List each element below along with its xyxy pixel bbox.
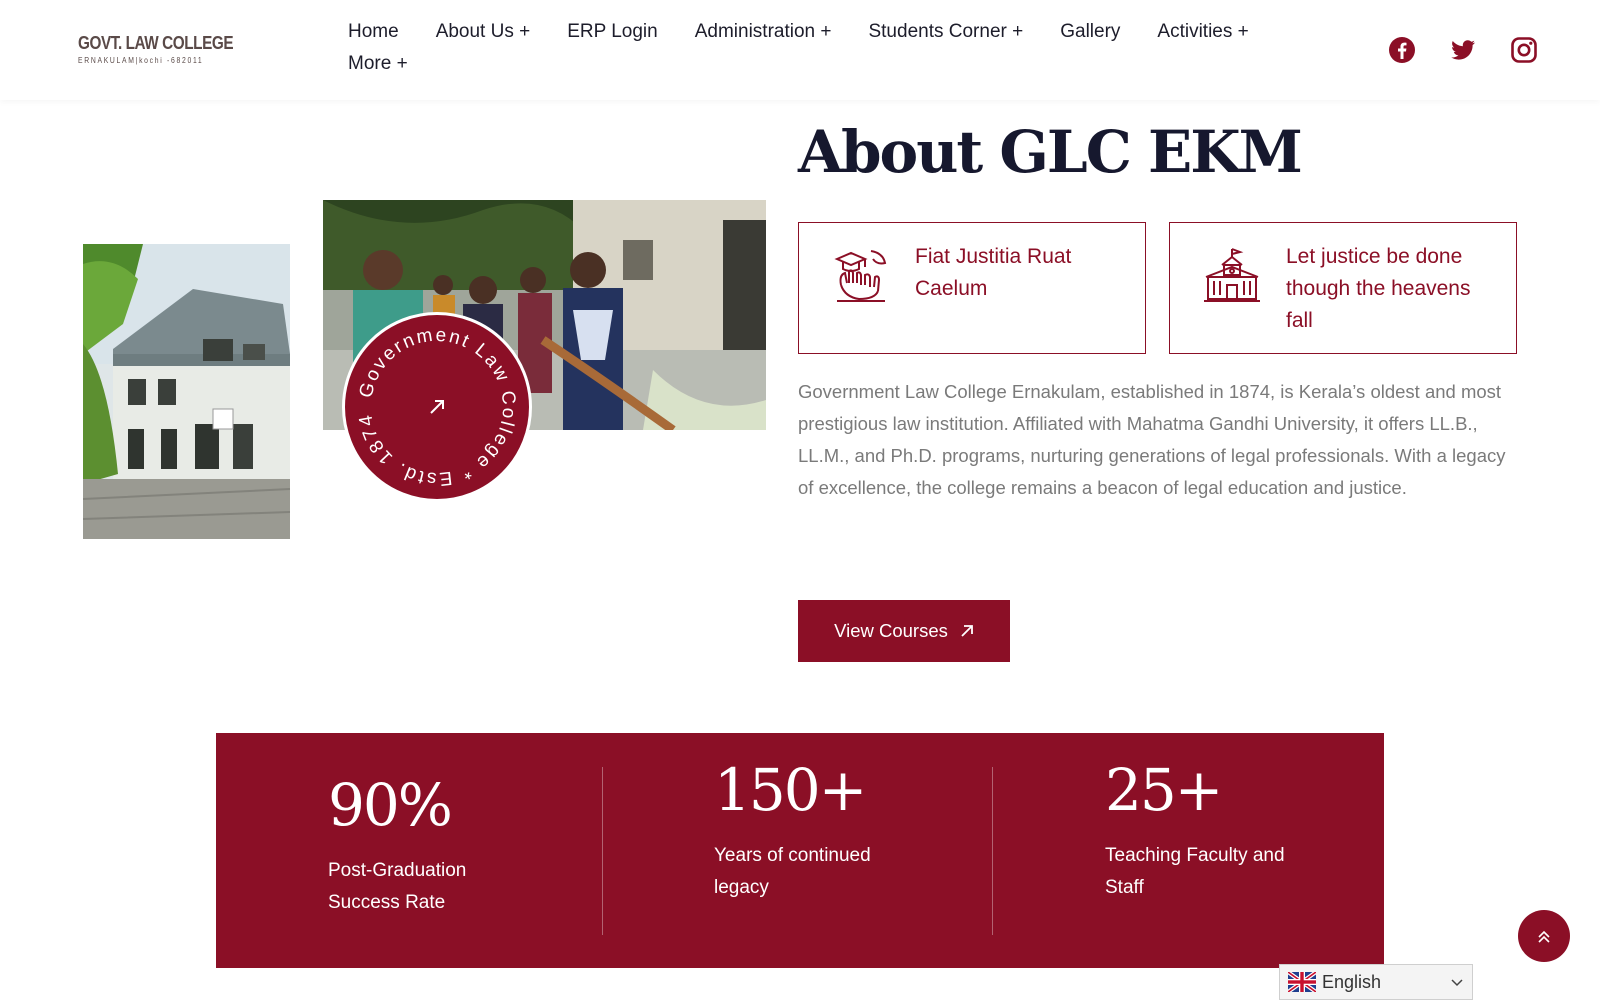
motto-latin-text: Fiat Justitia Ruat Caelum: [915, 245, 1072, 300]
facebook-icon[interactable]: [1388, 36, 1416, 64]
instagram-icon[interactable]: [1510, 36, 1538, 64]
nav-administration[interactable]: Administration +: [695, 20, 832, 44]
nav-students-corner[interactable]: Students Corner +: [868, 20, 1023, 44]
arrow-up-right-icon: [961, 625, 973, 637]
motto-card-english: Let justice be done though the heavens f…: [1169, 222, 1517, 354]
view-courses-button[interactable]: View Courses: [798, 600, 1010, 662]
stat-faculty: 25+ Teaching Faculty and Staff: [1105, 758, 1305, 904]
twitter-icon[interactable]: [1449, 36, 1477, 64]
uk-flag-icon: [1288, 972, 1316, 992]
stat-value: 90%: [328, 771, 453, 839]
stat-years-legacy: 150+ Years of continued legacy: [714, 758, 904, 904]
arrow-up-right-icon: [430, 400, 444, 414]
nav-home[interactable]: Home: [348, 20, 399, 44]
about-title: About GLC EKM: [798, 118, 1303, 186]
nav-activities[interactable]: Activities +: [1157, 20, 1248, 44]
scroll-to-top-button[interactable]: [1518, 910, 1570, 962]
college-building-photo: [83, 244, 290, 539]
college-logo[interactable]: GOVT. LAW COLLEGE ERNAKULAM|kochi -68201…: [72, 24, 252, 74]
badge-text: Government Law College * Estd. 1874 *: [345, 315, 519, 489]
nav-erp-login[interactable]: ERP Login: [567, 20, 658, 44]
stat-label: Teaching Faculty and Staff: [1105, 845, 1285, 898]
chevron-down-icon: [1451, 979, 1463, 987]
motto-card-latin: Fiat Justitia Ruat Caelum: [798, 222, 1146, 354]
nav-gallery[interactable]: Gallery: [1060, 20, 1120, 44]
double-chevron-up-icon: [1538, 930, 1550, 943]
college-building-icon: [1204, 248, 1260, 302]
stat-label: Years of continued legacy: [714, 845, 871, 898]
logo-subtitle: ERNAKULAM|kochi -682011: [78, 56, 204, 65]
stat-divider: [602, 767, 603, 935]
site-header: GOVT. LAW COLLEGE ERNAKULAM|kochi -68201…: [0, 0, 1600, 100]
view-courses-label: View Courses: [834, 620, 948, 641]
stat-label: Post-Graduation Success Rate: [328, 860, 467, 913]
nav-more[interactable]: More +: [348, 52, 408, 76]
language-selector[interactable]: English: [1279, 964, 1473, 1000]
stat-value: 25+: [1105, 756, 1223, 824]
main-nav: Home About Us + ERP Login Administration…: [348, 20, 1298, 76]
stat-success-rate: 90% Post-Graduation Success Rate: [328, 773, 488, 919]
stats-band: 90% Post-Graduation Success Rate 150+ Ye…: [216, 733, 1384, 968]
nav-about-us[interactable]: About Us +: [436, 20, 531, 44]
motto-english-text: Let justice be done though the heavens f…: [1286, 245, 1471, 332]
established-badge[interactable]: Government Law College * Estd. 1874 *: [342, 312, 532, 502]
logo-title: GOVT. LAW COLLEGE: [78, 33, 234, 53]
stat-divider: [992, 767, 993, 935]
stat-value: 150+: [714, 756, 867, 824]
about-description: Government Law College Ernakulam, establ…: [798, 381, 1506, 498]
language-label: English: [1322, 971, 1382, 992]
graduation-hands-icon: [834, 250, 887, 302]
